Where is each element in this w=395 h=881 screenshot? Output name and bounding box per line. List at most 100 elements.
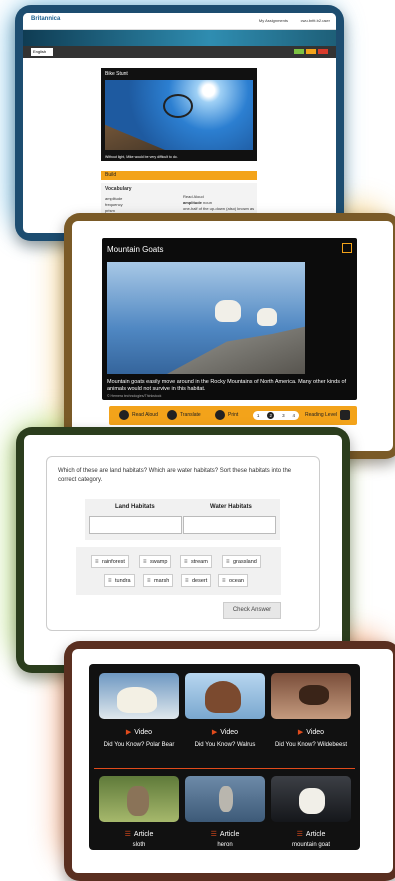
tablet-screen: Mountain Goats Mountain goats easily mov… (72, 221, 393, 451)
top-nav: Britannica My Assignments cwu.britt.b2.u… (23, 13, 336, 30)
translate-icon (167, 410, 177, 420)
translate-label: Translate (180, 412, 201, 418)
rock-ledge (167, 324, 305, 374)
tablet-bike-stunt: Britannica My Assignments cwu.britt.b2.u… (15, 5, 344, 241)
habitat-tile[interactable]: marsh (143, 574, 174, 587)
vocab-word: amplitude (183, 200, 202, 205)
read-aloud-button[interactable]: Read Aloud (119, 410, 158, 420)
read-aloud-label: Read Aloud (132, 412, 158, 418)
check-answer-button[interactable]: Check Answer (223, 602, 281, 619)
media-panel: ▶ Video ▶ Video ▶ Video Did You Know? Polar… (89, 664, 360, 850)
video-thumbnail-wildebeest[interactable] (271, 673, 351, 719)
article-thumbnail-mountain-goat[interactable] (271, 776, 351, 822)
page-selector: 1 2 3 4 (253, 411, 299, 420)
habitat-tile[interactable]: grassland (222, 555, 261, 568)
reading-level-label: Reading Level (305, 412, 337, 418)
article-thumbnail-heron[interactable] (185, 776, 265, 822)
tablet-habitat-sort: Which of these are land habitats? Which … (16, 427, 350, 673)
video-type-label: Video (306, 729, 325, 736)
video-icon: ▶ (297, 729, 304, 736)
print-button[interactable]: Print (215, 410, 238, 420)
habitat-tile[interactable]: rainforest (91, 555, 129, 568)
speaker-icon (119, 410, 129, 420)
sort-table: Land Habitats Water Habitats (85, 499, 280, 540)
article-type: ☰ Article (266, 830, 356, 838)
video-type: ▶ Video (266, 728, 356, 736)
reading-level-button[interactable]: Reading Level (305, 410, 350, 420)
habitat-tile[interactable]: tundra (104, 574, 135, 587)
video-icon: ▶ (125, 729, 132, 736)
article-title[interactable]: heron (180, 842, 270, 848)
tablet-mountain-goats: Mountain Goats Mountain goats easily mov… (64, 213, 395, 459)
section-divider (94, 768, 355, 769)
video-type-label: Video (220, 729, 239, 736)
page-button[interactable]: 1 (257, 413, 260, 418)
water-drop-zone[interactable] (183, 516, 276, 534)
article-title[interactable]: mountain goat (266, 842, 356, 848)
card-title: Bike Stunt (105, 71, 128, 77)
image-credit: © Hemera technologies/Thinkstock (107, 394, 162, 398)
header-banner (23, 30, 336, 46)
card-title: Mountain Goats (107, 245, 164, 254)
media-card: Bike Stunt Without light, Mike would be … (101, 68, 257, 161)
habitat-tile[interactable]: desert (181, 574, 212, 587)
level-pill[interactable] (318, 49, 328, 54)
land-drop-zone[interactable] (89, 516, 182, 534)
habitat-tile[interactable]: stream (180, 555, 212, 568)
article-list-icon: ☰ (124, 831, 131, 838)
bike-figure (163, 94, 193, 118)
page-button[interactable]: 3 (282, 413, 285, 418)
water-habitats-header: Water Habitats (210, 504, 252, 510)
user-menu[interactable]: cwu.britt.b2.user (301, 18, 330, 23)
article-list-icon: ☰ (210, 831, 217, 838)
goat-figure (215, 300, 241, 322)
level-pill[interactable] (294, 49, 304, 54)
goat-figure (257, 308, 277, 326)
print-icon (215, 410, 225, 420)
article-type-label: Article (305, 831, 326, 838)
level-pill[interactable] (306, 49, 316, 54)
ramp-shape (105, 124, 165, 150)
video-thumbnail-walrus[interactable] (185, 673, 265, 719)
video-title[interactable]: Did You Know? Polar Bear (94, 742, 184, 748)
vocab-word-tag: noun (203, 200, 212, 205)
video-title[interactable]: Did You Know? Walrus (180, 742, 270, 748)
my-assignments-link[interactable]: My Assignments (259, 18, 288, 23)
article-list-icon: ☰ (296, 831, 303, 838)
tablet-screen: Britannica My Assignments cwu.britt.b2.u… (23, 13, 336, 233)
habitat-tile[interactable]: ocean (218, 574, 248, 587)
print-label: Print (228, 412, 239, 418)
video-thumbnail-polar-bear[interactable] (99, 673, 179, 719)
expand-icon[interactable] (342, 243, 352, 253)
reader-toolbar: Read Aloud Translate Print 1 2 3 4 Readi… (109, 406, 357, 425)
video-icon: ▶ (211, 729, 218, 736)
translate-button[interactable]: Translate (167, 410, 201, 420)
tablet-screen: Which of these are land habitats? Which … (24, 435, 342, 665)
build-header[interactable]: Build (101, 171, 257, 180)
article-type-label: Article (133, 831, 154, 838)
page-button-current[interactable]: 2 (267, 412, 275, 419)
tablet-media-grid: ▶ Video ▶ Video ▶ Video Did You Know? Polar… (64, 641, 395, 881)
video-title[interactable]: Did You Know? Wildebeest (266, 742, 356, 748)
mountain-goats-image (107, 262, 305, 374)
video-type: ▶ Video (180, 728, 270, 736)
habitat-tile[interactable]: swamp (139, 555, 172, 568)
article-thumbnail-sloth[interactable] (99, 776, 179, 822)
level-pills (294, 49, 328, 54)
media-card: Mountain Goats Mountain goats easily mov… (102, 238, 357, 400)
land-habitats-header: Land Habitats (115, 504, 155, 510)
reading-level-icon (339, 410, 350, 420)
card-caption: Without light, Mike would be very diffic… (105, 155, 178, 159)
article-title[interactable]: sloth (94, 842, 184, 848)
language-select[interactable]: English (31, 48, 53, 56)
video-type-label: Video (134, 729, 153, 736)
card-caption: Mountain goats easily move around in the… (107, 379, 347, 392)
page-button[interactable]: 4 (293, 413, 296, 418)
tablet-screen: ▶ Video ▶ Video ▶ Video Did You Know? Polar… (72, 649, 393, 873)
vocabulary-title: Vocabulary (105, 186, 132, 192)
video-type: ▶ Video (94, 728, 184, 736)
tile-bank: rainforest swamp stream grassland tundra… (76, 547, 281, 595)
brand-logo[interactable]: Britannica (31, 16, 60, 22)
question-text: Which of these are land habitats? Which … (58, 468, 292, 483)
article-type-label: Article (219, 831, 240, 838)
